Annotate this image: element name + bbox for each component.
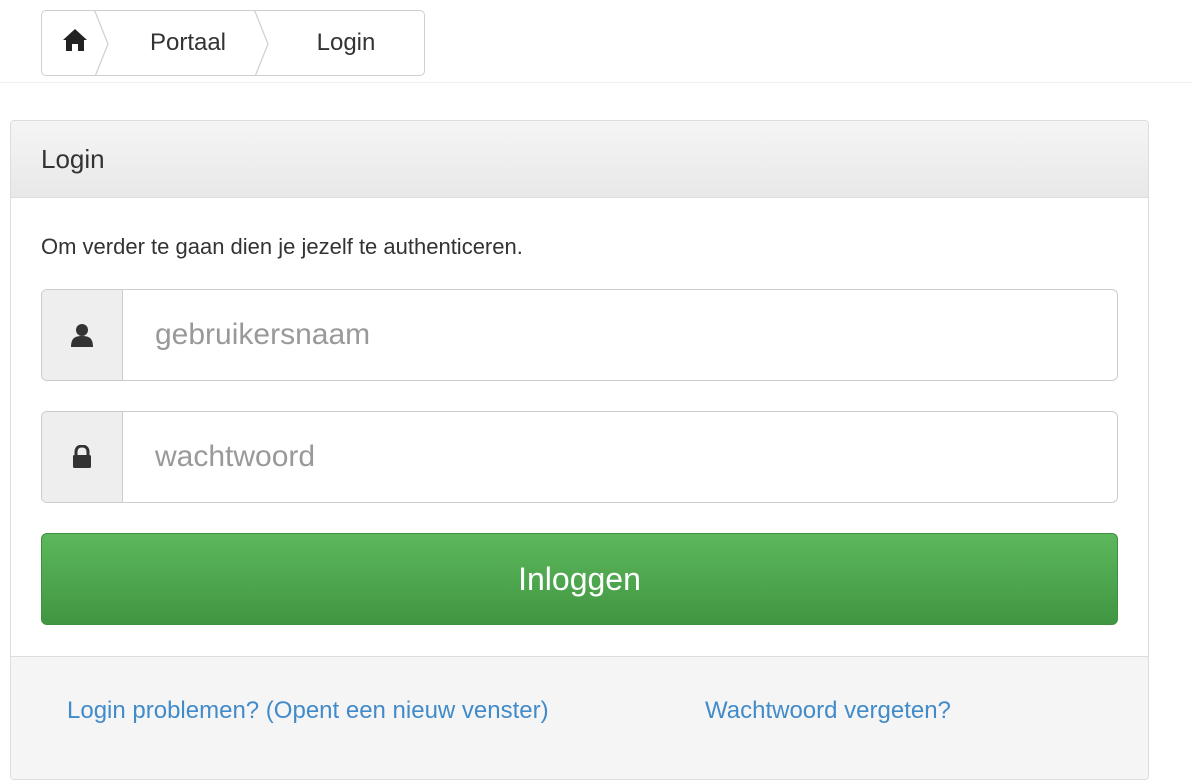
intro-text: Om verder te gaan dien je jezelf te auth… (41, 234, 523, 259)
panel-title: Login (11, 121, 1148, 198)
breadcrumb-separator (254, 11, 269, 75)
panel-footer: Login problemen? (Opent een nieuw venste… (11, 656, 1148, 779)
breadcrumb-item-portaal[interactable]: Portaal (108, 11, 269, 75)
login-problems-link[interactable]: Login problemen? (Opent een nieuw venste… (67, 697, 549, 725)
login-panel: Login Om verder te gaan dien je jezelf t… (10, 120, 1149, 780)
username-input[interactable] (123, 290, 1117, 380)
top-bar: Portaal Login (0, 0, 1193, 83)
password-group (41, 411, 1118, 503)
breadcrumb-label: Portaal (149, 29, 227, 56)
password-input[interactable] (123, 412, 1117, 502)
breadcrumb-item-login[interactable]: Login (268, 11, 424, 75)
breadcrumb-separator (94, 11, 109, 75)
breadcrumb-label: Login (316, 29, 376, 56)
lock-icon (42, 412, 123, 502)
username-group (41, 289, 1118, 381)
user-icon (42, 290, 123, 380)
breadcrumb-home[interactable] (42, 11, 109, 75)
forgot-password-link[interactable]: Wachtwoord vergeten? (705, 697, 951, 725)
login-button[interactable]: Inloggen (41, 533, 1118, 625)
home-icon (62, 28, 88, 59)
breadcrumb: Portaal Login (41, 10, 425, 76)
